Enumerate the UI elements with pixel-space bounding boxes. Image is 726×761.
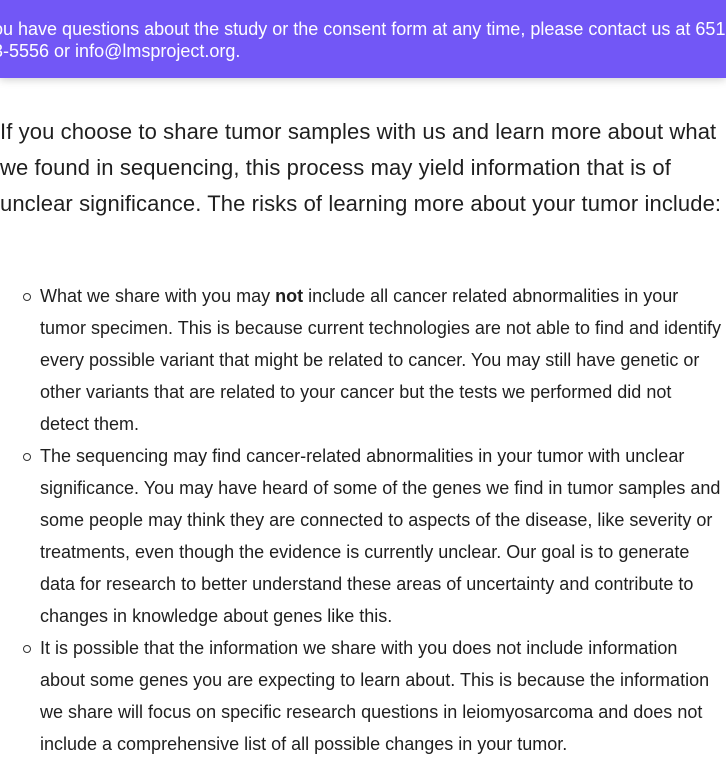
contact-banner: ou have questions about the study or the… xyxy=(0,0,726,78)
risk-item-3: It is possible that the information we s… xyxy=(0,632,726,760)
bullet-icon xyxy=(23,453,31,461)
risk-item-2-text: The sequencing may find cancer-related a… xyxy=(40,446,721,626)
risk-item-1-emphasis: not xyxy=(275,286,304,306)
bullet-icon xyxy=(23,293,31,301)
risks-list: What we share with you may not include a… xyxy=(0,280,726,760)
bullet-icon xyxy=(23,645,31,653)
risk-item-1-text-after: include all cancer related abnormalities… xyxy=(40,286,722,434)
risk-item-3-text: It is possible that the information we s… xyxy=(40,638,710,754)
consent-page: ou have questions about the study or the… xyxy=(0,0,726,761)
risk-item-1-text-before: What we share with you may xyxy=(40,286,276,306)
banner-line-1: ou have questions about the study or the… xyxy=(0,19,726,39)
risk-item-2: The sequencing may find cancer-related a… xyxy=(0,440,726,632)
banner-line-2: 3-5556 or info@lmsproject.org. xyxy=(0,41,241,61)
risk-item-1: What we share with you may not include a… xyxy=(0,280,726,440)
risks-intro-paragraph: If you choose to share tumor samples wit… xyxy=(0,119,722,216)
